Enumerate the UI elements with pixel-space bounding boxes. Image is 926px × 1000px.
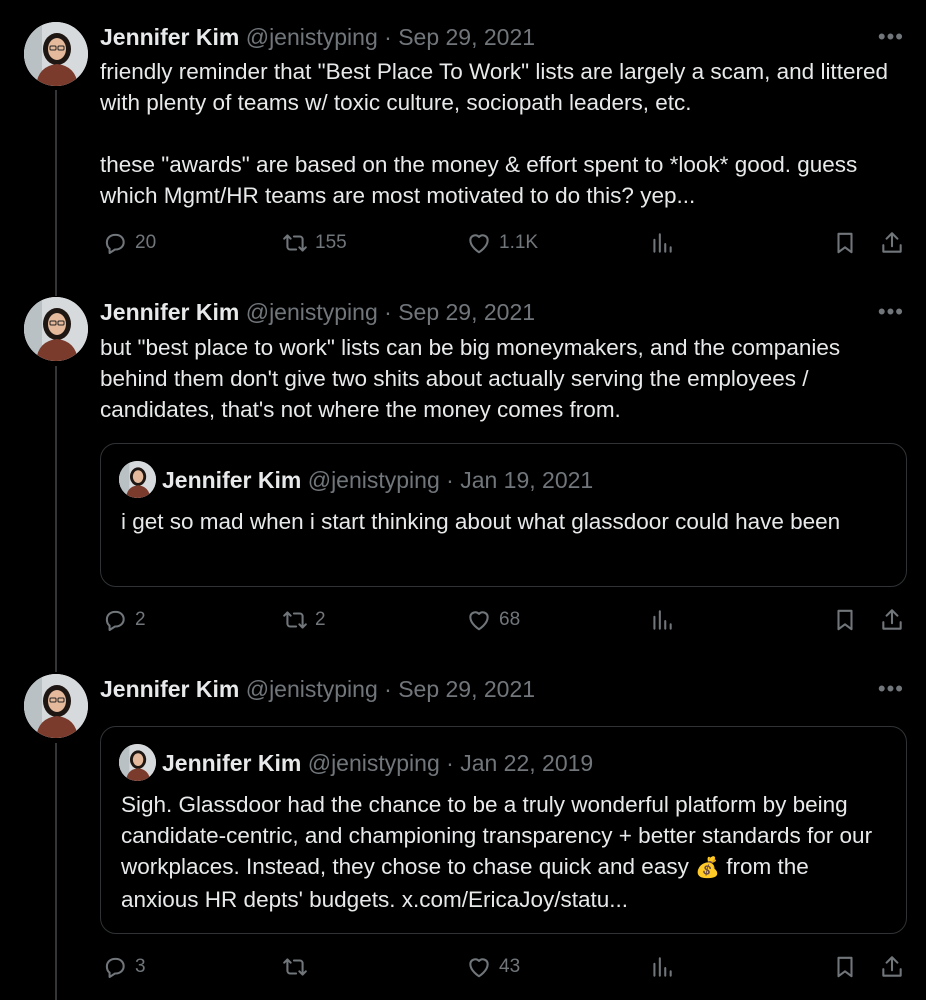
views-button[interactable] [649, 607, 675, 633]
quoted-tweet[interactable]: Jennifer Kim @jenistyping · Jan 19, 2021… [100, 443, 907, 587]
tweet-header: Jennifer Kim @jenistyping · Sep 29, 2021 [100, 22, 535, 52]
more-options-icon[interactable]: ••• [878, 297, 904, 327]
more-options-icon[interactable]: ••• [878, 674, 904, 704]
tweet-text: but "best place to work" lists can be bi… [100, 335, 847, 422]
share-button[interactable] [879, 954, 905, 980]
author-handle[interactable]: @jenistyping [246, 676, 378, 702]
quoted-header: Jennifer Kim @jenistyping · Jan 22, 2019 [162, 748, 593, 778]
quoted-date: Jan 19, 2021 [460, 467, 594, 493]
quoted-date: Jan 22, 2019 [460, 750, 594, 776]
bookmark-icon [837, 956, 853, 978]
reply-icon [105, 957, 125, 978]
retweet-button[interactable]: 155 [282, 230, 347, 256]
heart-icon [469, 958, 489, 978]
bookmark-icon [837, 232, 853, 254]
views-button[interactable] [649, 954, 675, 980]
share-icon [882, 956, 902, 977]
tweet-header: Jennifer Kim @jenistyping · Sep 29, 2021 [100, 674, 535, 704]
author-handle[interactable]: @jenistyping [246, 299, 378, 325]
reply-button[interactable]: 3 [102, 954, 146, 980]
bookmark-button[interactable] [832, 954, 858, 980]
author-name[interactable]: Jennifer Kim [100, 24, 239, 50]
retweet-icon [283, 234, 307, 252]
reply-count: 3 [135, 956, 146, 977]
bookmark-icon [837, 609, 853, 631]
like-button[interactable]: 1.1K [466, 230, 538, 256]
reply-icon [105, 233, 125, 254]
separator: · [377, 24, 399, 50]
quoted-author-name: Jennifer Kim [162, 750, 302, 776]
retweet-count: 2 [315, 609, 326, 630]
like-button[interactable]: 43 [466, 954, 520, 980]
retweet-button[interactable]: 2 [282, 607, 326, 633]
tweet[interactable]: Jennifer Kim @jenistyping · Sep 29, 2021… [0, 297, 926, 647]
share-icon [882, 609, 902, 630]
avatar[interactable] [24, 22, 88, 86]
reply-count: 20 [135, 232, 157, 253]
views-button[interactable] [649, 230, 675, 256]
share-button[interactable] [879, 607, 905, 633]
author-name[interactable]: Jennifer Kim [100, 676, 239, 702]
views-icon [653, 233, 672, 253]
bookmark-button[interactable] [832, 230, 858, 256]
quoted-author-handle: @jenistyping [307, 467, 440, 493]
quoted-text: Sigh. Glassdoor had the chance to be a t… [121, 789, 891, 915]
more-options-icon[interactable]: ••• [878, 22, 904, 52]
quoted-avatar [119, 744, 156, 781]
quoted-tweet[interactable]: Jennifer Kim @jenistyping · Jan 22, 2019… [100, 726, 907, 934]
money-bag-icon: 💰 [695, 857, 720, 879]
retweet-icon [283, 611, 307, 629]
tweet-actions: 20 155 1.1K [100, 230, 906, 260]
views-icon [653, 610, 672, 630]
like-button[interactable]: 68 [466, 607, 520, 633]
tweet[interactable]: Jennifer Kim @jenistyping · Sep 29, 2021… [0, 674, 926, 1000]
retweet-icon [283, 958, 307, 976]
quoted-text: i get so mad when i start thinking about… [121, 509, 841, 534]
share-icon [882, 232, 902, 253]
quoted-author-handle: @jenistyping [307, 750, 440, 776]
reply-button[interactable]: 20 [102, 230, 156, 256]
quoted-header: Jennifer Kim @jenistyping · Jan 19, 2021 [162, 465, 593, 495]
quoted-author-name: Jennifer Kim [162, 467, 302, 493]
share-button[interactable] [879, 230, 905, 256]
views-icon [653, 957, 672, 977]
quoted-avatar [119, 461, 156, 498]
bookmark-button[interactable] [832, 607, 858, 633]
reply-button[interactable]: 2 [102, 607, 146, 633]
tweet-date[interactable]: Sep 29, 2021 [398, 299, 535, 325]
tweet[interactable]: Jennifer Kim @jenistyping · Sep 29, 2021… [0, 22, 926, 272]
tweet-header: Jennifer Kim @jenistyping · Sep 29, 2021 [100, 297, 535, 327]
like-count: 1.1K [499, 232, 539, 253]
tweet-date[interactable]: Sep 29, 2021 [398, 24, 535, 50]
retweet-count: 155 [315, 232, 347, 253]
like-count: 43 [499, 956, 521, 977]
avatar[interactable] [24, 674, 88, 738]
tweet-date[interactable]: Sep 29, 2021 [398, 676, 535, 702]
reply-icon [105, 610, 125, 631]
separator: · [439, 750, 461, 776]
reply-count: 2 [135, 609, 146, 630]
heart-icon [469, 234, 489, 254]
like-count: 68 [499, 609, 521, 630]
separator: · [377, 676, 399, 702]
tweet-actions: 3 43 [100, 954, 906, 984]
separator: · [377, 299, 399, 325]
author-handle[interactable]: @jenistyping [246, 24, 378, 50]
avatar[interactable] [24, 297, 88, 361]
author-name[interactable]: Jennifer Kim [100, 299, 239, 325]
tweet-text: friendly reminder that "Best Place To Wo… [100, 59, 888, 208]
heart-icon [469, 611, 489, 631]
tweet-actions: 2 2 68 [100, 607, 906, 637]
retweet-button[interactable] [282, 954, 315, 980]
separator: · [439, 467, 461, 493]
